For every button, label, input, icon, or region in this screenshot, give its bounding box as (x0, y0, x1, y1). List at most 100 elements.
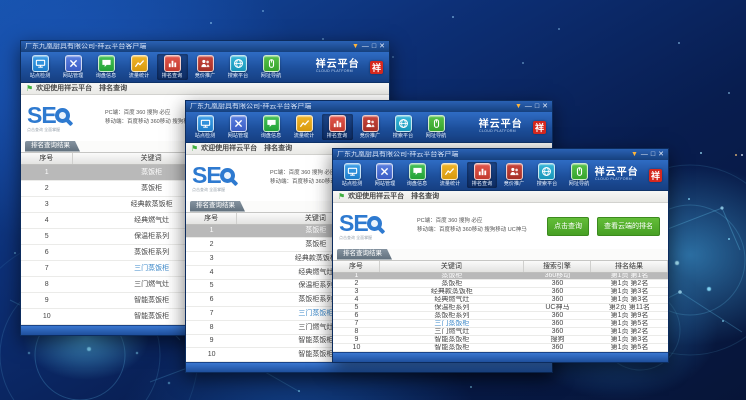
window-titlebar[interactable]: 广东九凰厨具有限公司-祥云平台客户端 ▼ — □ ✕ (333, 149, 668, 160)
table-row[interactable]: 7三门蒸饭柜360第1页 第5名 (333, 320, 668, 328)
toolbar-item-traffic-stats[interactable]: 流量统计 (434, 162, 464, 188)
toolbar-item-site-check[interactable]: 站点检测 (337, 162, 367, 188)
table-row[interactable]: 10智能蒸饭柜360第1页 第5名 (333, 344, 668, 352)
toolbar-item-rank-query[interactable]: 排名查询 (322, 114, 353, 140)
close-icon[interactable]: ✕ (379, 43, 385, 50)
cell-no: 8 (333, 328, 380, 335)
maximize-icon[interactable]: □ (372, 43, 376, 50)
close-icon[interactable]: ✕ (658, 151, 664, 158)
flag-icon: ⚑ (338, 193, 345, 201)
mouse-icon (428, 115, 445, 132)
cell-engine: 360移动 (524, 273, 591, 280)
brand-name: 祥云平台 (479, 120, 523, 130)
tab-rank-results[interactable]: 排名查询结果 (25, 141, 80, 152)
table-row[interactable]: 1蒸饭柜360移动第1页 第1名 (333, 273, 668, 281)
tab-strip: 排名查询结果 (333, 249, 668, 261)
toolbar-item-inquiry-info[interactable]: 询盘信息 (402, 162, 432, 188)
globe-icon (538, 163, 555, 180)
skin-icon[interactable]: ▼ (631, 151, 638, 158)
toolbar-item-bid-promo[interactable]: 竞价推广 (499, 162, 529, 188)
cell-no: 5 (186, 280, 237, 293)
monitor-icon (32, 55, 49, 72)
cell-engine: UC神马 (524, 304, 591, 311)
toolbar-item-site-nav[interactable]: 网址导航 (256, 54, 287, 80)
cell-keyword: 智能蒸饭柜 (380, 344, 524, 351)
toolbar-item-site-check[interactable]: 站点检测 (25, 54, 56, 80)
maximize-icon[interactable]: □ (535, 103, 539, 110)
cell-engine: 360 (524, 328, 591, 335)
minimize-icon[interactable]: — (641, 151, 648, 158)
seo-tagline: 点击查询 全面掌握 (27, 128, 86, 132)
magnifier-icon (220, 168, 235, 183)
toolbar-item-site-check[interactable]: 站点检测 (190, 114, 221, 140)
cell-no: 5 (333, 304, 380, 311)
toolbar-item-inquiry-info[interactable]: 询盘信息 (91, 54, 122, 80)
magnifier-icon (55, 108, 70, 123)
monitor-icon (197, 115, 214, 132)
toolbar-item-traffic-stats[interactable]: 流量统计 (124, 54, 155, 80)
cell-engine: 360 (524, 288, 591, 295)
mouse-icon (263, 55, 280, 72)
cell-no: 4 (186, 266, 237, 279)
magnifier-icon (367, 216, 382, 231)
table-row[interactable]: 6蒸饭柜系列360第1页 第9名 (333, 312, 668, 320)
cell-no: 1 (333, 273, 380, 280)
close-icon[interactable]: ✕ (542, 103, 548, 110)
toolbar-item-label: 站点检测 (30, 73, 50, 78)
toolbar-item-site-manage[interactable]: 网站管理 (369, 162, 399, 188)
tab-rank-results[interactable]: 排名查询结果 (337, 249, 392, 260)
query-button[interactable]: 点击查询 (547, 217, 589, 236)
toolbar-item-bid-promo[interactable]: 竞价推广 (355, 114, 386, 140)
window-titlebar[interactable]: 广东九凰厨具有限公司-祥云平台客户端 ▼ — □ ✕ (21, 41, 389, 52)
toolbar-item-bid-promo[interactable]: 竞价推广 (190, 54, 221, 80)
table-row[interactable]: 8三门燃气灶360第1页 第2名 (333, 328, 668, 336)
window-title: 广东九凰厨具有限公司-祥云平台客户端 (25, 43, 348, 50)
toolbar-item-site-manage[interactable]: 网站管理 (58, 54, 89, 80)
skin-icon[interactable]: ▼ (515, 103, 522, 110)
toolbar-item-inquiry-info[interactable]: 询盘信息 (256, 114, 287, 140)
skin-icon[interactable]: ▼ (352, 43, 359, 50)
mouse-icon (571, 163, 588, 180)
toolbar-item-search-platform[interactable]: 搜索平台 (223, 54, 254, 80)
welcome-section-label: 排名查询 (411, 193, 439, 200)
cell-keyword: 三门蒸饭柜 (380, 320, 524, 327)
brand-name: 祥云平台 (316, 60, 360, 70)
seo-logo: SE 点击查询 全面掌握 (27, 104, 101, 133)
toolbar-item-label: 站点检测 (195, 133, 215, 138)
toolbar-item-traffic-stats[interactable]: 流量统计 (289, 114, 320, 140)
cell-no: 6 (333, 312, 380, 319)
desktop-background: 广东九凰厨具有限公司-祥云平台客户端 ▼ — □ ✕ 站点检测网站管理询盘信息流… (0, 0, 746, 400)
cell-no: 4 (333, 296, 380, 303)
toolbar-item-rank-query[interactable]: 排名查询 (467, 162, 497, 188)
cell-rank: 第1页 第5名 (591, 344, 668, 351)
welcome-section-label: 排名查询 (264, 145, 292, 152)
table-row[interactable]: 9智能蒸饭柜搜狗第1页 第3名 (333, 336, 668, 344)
table-header: 序号 关键词 搜索引擎 排名结果 (333, 261, 668, 273)
maximize-icon[interactable]: □ (651, 151, 655, 158)
minimize-icon[interactable]: — (362, 43, 369, 50)
cell-no: 7 (333, 320, 380, 327)
table-row[interactable]: 2蒸饭柜360第1页 第2名 (333, 280, 668, 288)
table-row[interactable]: 5保温柜系列UC神马第2页 第11名 (333, 304, 668, 312)
minimize-icon[interactable]: — (525, 103, 532, 110)
window-title: 广东九凰厨具有限公司-祥云平台客户端 (190, 103, 511, 110)
cell-keyword: 经典款蒸饭柜 (380, 288, 524, 295)
toolbar-item-site-manage[interactable]: 网站管理 (223, 114, 254, 140)
view-cloud-rank-button[interactable]: 查看云端的排名 (597, 217, 660, 236)
toolbar-item-label: 网址导航 (569, 181, 589, 186)
brand-subtitle: CLOUD PLATFORM (479, 130, 516, 134)
toolbar-item-rank-query[interactable]: 排名查询 (157, 54, 188, 80)
window-titlebar[interactable]: 广东九凰厨具有限公司-祥云平台客户端 ▼ — □ ✕ (186, 101, 552, 112)
cell-no: 6 (21, 245, 73, 260)
tab-rank-results[interactable]: 排名查询结果 (190, 201, 245, 212)
toolbar-item-search-platform[interactable]: 搜索平台 (388, 114, 419, 140)
seo-tagline: 点击查询 全面掌握 (192, 188, 251, 192)
toolbar-item-site-nav[interactable]: 网址导航 (564, 162, 594, 188)
table-row[interactable]: 3经典款蒸饭柜360第1页 第3名 (333, 288, 668, 296)
engine-list-mobile: 移动端：百度移动 360移动 搜狗移动 UC神马 (417, 226, 527, 235)
toolbar-item-search-platform[interactable]: 搜索平台 (532, 162, 562, 188)
app-window-front[interactable]: 广东九凰厨具有限公司-祥云平台客户端 ▼ — □ ✕ 站点检测网站管理询盘信息流… (332, 148, 669, 363)
table-row[interactable]: 4经典燃气灶360第1页 第3名 (333, 296, 668, 304)
toolbar-item-site-nav[interactable]: 网址导航 (421, 114, 452, 140)
cell-engine: 360 (524, 296, 591, 303)
